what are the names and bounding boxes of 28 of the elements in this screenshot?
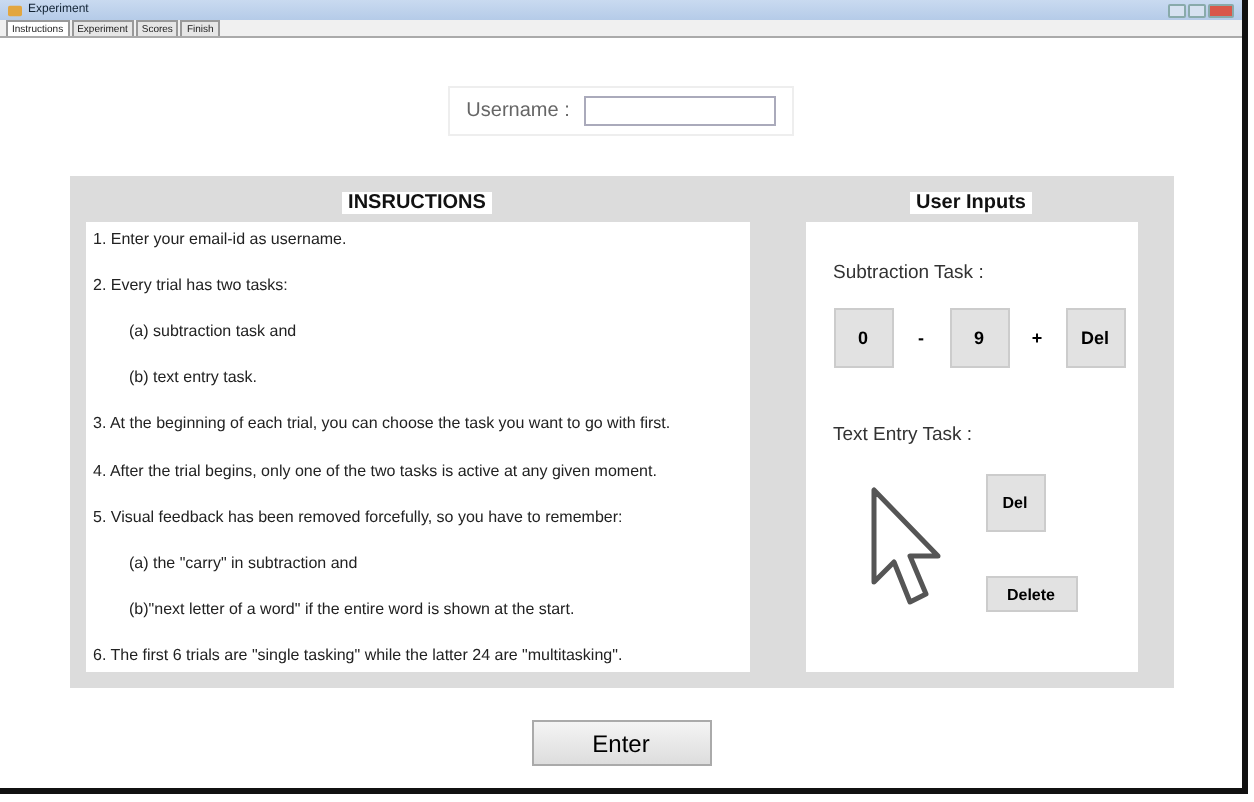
username-field[interactable] xyxy=(583,96,776,126)
section-heading: INSRUCTIONS xyxy=(342,192,492,214)
text-entry-label: Text Entry Task : xyxy=(833,424,975,446)
app-icon xyxy=(8,3,22,17)
instruction-text: (a) the "carry" in subtraction and xyxy=(127,553,360,572)
subtraction-label: Subtraction Task : xyxy=(833,262,986,284)
maximize-button[interactable] xyxy=(1188,3,1206,17)
key-button[interactable]: 0 xyxy=(833,308,893,368)
key-button[interactable]: Del xyxy=(1065,308,1125,368)
instruction-text: 5. Visual feedback has been removed forcefully, so you have to remember: xyxy=(93,507,625,526)
instruction-text: (a) subtraction task and xyxy=(127,322,299,341)
operator-sign: + xyxy=(1029,328,1045,348)
minimize-button[interactable] xyxy=(1168,3,1186,17)
instruction-text: 1. Enter your email-id as username. xyxy=(93,230,349,248)
instruction-text: 2. Every trial has two tasks: xyxy=(93,276,290,295)
operator-sign: - xyxy=(916,328,926,348)
enter-button[interactable]: Enter xyxy=(531,720,711,766)
instruction-text: 3. At the beginning of each trial, you can choose the task you want to go with first. xyxy=(93,414,673,433)
close-button[interactable] xyxy=(1208,3,1234,17)
delete-button[interactable]: Del xyxy=(985,474,1045,532)
username-label: Username : xyxy=(466,100,570,122)
section-heading: User Inputs xyxy=(909,192,1032,214)
instruction-text: (b)"next letter of a word" if the entire word is shown at the start. xyxy=(127,599,577,618)
key-button[interactable]: 9 xyxy=(949,308,1009,368)
delete-button[interactable]: Delete xyxy=(985,576,1077,612)
instruction-text: (b) text entry task. xyxy=(127,368,260,387)
instruction-text: 4. After the trial begins, only one of the two tasks is active at any given moment. xyxy=(93,461,659,480)
instruction-text: 6. The first 6 trials are "single tasking" while the latter 24 are "multitasking". xyxy=(93,645,625,664)
